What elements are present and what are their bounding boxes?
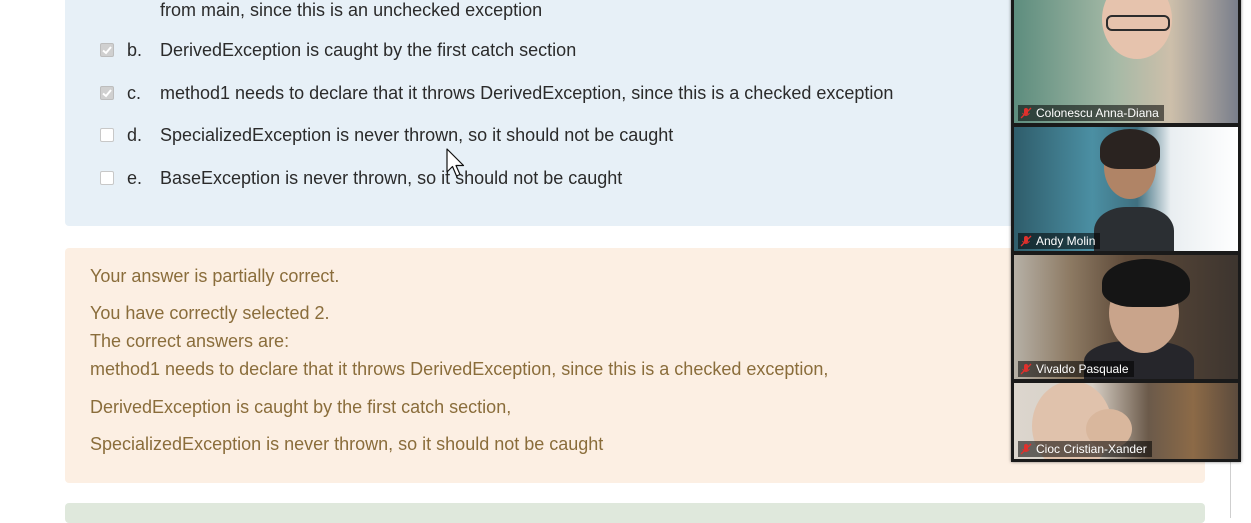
hair-shape — [1100, 129, 1160, 169]
person-body — [1094, 207, 1174, 251]
glasses-shape — [1106, 15, 1170, 31]
next-question-panel — [65, 503, 1205, 523]
video-gallery[interactable]: Colonescu Anna-Diana Andy Molin Vivaldo … — [1011, 0, 1241, 462]
option-e-letter: e. — [127, 167, 143, 188]
option-b-text: DerivedException is caught by the first … — [160, 39, 577, 60]
option-c[interactable]: c. method1 needs to declare that it thro… — [100, 81, 893, 105]
option-d-text: SpecializedException is never thrown, so… — [160, 124, 674, 145]
feedback-answer-1: method1 needs to declare that it throws … — [90, 359, 829, 379]
option-d-letter: d. — [127, 124, 143, 145]
muted-mic-icon — [1020, 235, 1032, 247]
option-e-checkbox[interactable] — [100, 171, 114, 185]
option-b-letter: b. — [127, 39, 143, 60]
option-d-checkbox[interactable] — [100, 128, 114, 142]
scroll-divider — [1230, 462, 1231, 518]
participant-name: Cioc Cristian-Xander — [1036, 442, 1147, 456]
option-c-checkbox[interactable] — [100, 86, 114, 100]
mouse-cursor-icon — [446, 148, 465, 177]
option-b[interactable]: b. DerivedException is caught by the fir… — [100, 38, 576, 62]
video-tile-4[interactable]: Cioc Cristian-Xander — [1014, 383, 1238, 459]
feedback-answer-3: SpecializedException is never thrown, so… — [90, 434, 604, 454]
option-e-text: BaseException is never thrown, so it sho… — [160, 167, 623, 188]
participant-name-tag: Vivaldo Pasquale — [1018, 361, 1134, 377]
participant-name: Andy Molin — [1036, 234, 1096, 248]
option-e[interactable]: e. BaseException is never thrown, so it … — [100, 166, 622, 190]
feedback-status: Your answer is partially correct. — [90, 266, 340, 286]
option-c-text: method1 needs to declare that it throws … — [160, 82, 894, 103]
option-b-checkbox[interactable] — [100, 43, 114, 57]
check-icon — [102, 46, 112, 55]
check-icon — [102, 89, 112, 98]
participant-name: Vivaldo Pasquale — [1036, 362, 1129, 376]
hair-shape — [1102, 259, 1190, 307]
muted-mic-icon — [1020, 443, 1032, 455]
option-d[interactable]: d. SpecializedException is never thrown,… — [100, 123, 673, 147]
participant-name-tag: Colonescu Anna-Diana — [1018, 105, 1164, 121]
muted-mic-icon — [1020, 107, 1032, 119]
feedback-answer-2: DerivedException is caught by the first … — [90, 397, 512, 417]
muted-mic-icon — [1020, 363, 1032, 375]
feedback-correct-header: The correct answers are: — [90, 331, 290, 351]
option-c-letter: c. — [127, 82, 142, 103]
participant-name-tag: Cioc Cristian-Xander — [1018, 441, 1152, 457]
video-tile-3[interactable]: Vivaldo Pasquale — [1014, 255, 1238, 379]
video-tile-1[interactable]: Colonescu Anna-Diana — [1014, 0, 1238, 123]
participant-name: Colonescu Anna-Diana — [1036, 106, 1159, 120]
option-a-text: from main, since this is an unchecked ex… — [160, 0, 543, 20]
feedback-count: You have correctly selected 2. — [90, 303, 330, 323]
video-tile-2[interactable]: Andy Molin — [1014, 127, 1238, 251]
participant-name-tag: Andy Molin — [1018, 233, 1101, 249]
